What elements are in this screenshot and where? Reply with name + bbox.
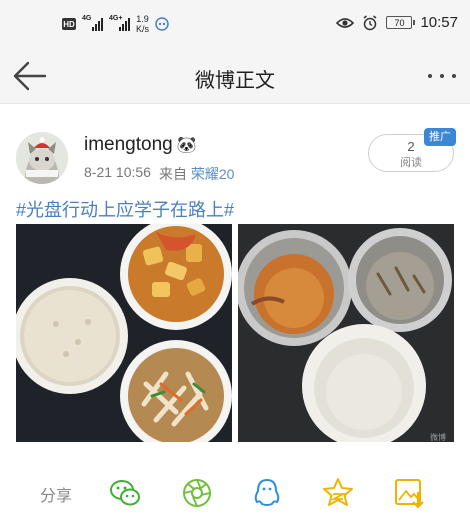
source-label: 来自 荣耀20 [158, 166, 235, 182]
full-meal-photo [16, 224, 232, 442]
qzone-star-icon[interactable] [321, 476, 355, 510]
post-meta: 8-21 10:56 来自 荣耀20 [84, 164, 234, 184]
empty-bowls-photo [238, 224, 454, 442]
hd-badge: HD [62, 18, 76, 30]
weibo-post: imengtong 🐼 8-21 10:56 来自 荣耀20 2 阅读 推广 #… [0, 104, 470, 454]
panda-icon: 🐼 [176, 137, 197, 154]
status-bar: HD 4G 4G+ 1.9 K/s 70 10:57 [0, 0, 470, 48]
username[interactable]: imengtong 🐼 [84, 134, 197, 156]
app-notification-icon [155, 17, 169, 31]
page-title: 微博正文 [195, 70, 275, 92]
battery-icon: 70 [386, 16, 416, 29]
promo-badge[interactable]: 推广 [424, 128, 456, 146]
post-photo-empty-bowls[interactable] [238, 224, 454, 442]
more-options-icon[interactable] [428, 74, 456, 78]
post-time: 8-21 10:56 [84, 164, 151, 180]
signal-2-icon: 4G+ [109, 15, 130, 31]
device-name[interactable]: 荣耀20 [191, 166, 235, 182]
read-label: 阅读 [400, 157, 422, 169]
qq-icon[interactable] [250, 476, 284, 510]
hashtag-link[interactable]: #光盘行动上应学子在路上# [16, 196, 234, 222]
eye-icon [336, 17, 355, 28]
save-image-icon[interactable] [392, 476, 426, 510]
share-bar: 分享 [0, 470, 470, 520]
moments-icon[interactable] [180, 476, 214, 510]
status-right: 70 10:57 [336, 14, 458, 31]
clock: 10:57 [420, 14, 458, 31]
signal-1-icon: 4G [82, 15, 103, 31]
avatar[interactable] [16, 132, 68, 184]
status-left: HD 4G 4G+ 1.9 K/s [62, 14, 169, 34]
weibo-watermark: 微博 [430, 433, 446, 442]
top-nav-bar: 微博正文 [0, 48, 470, 104]
post-photo-full-meal[interactable] [16, 224, 232, 442]
cat-avatar-icon [16, 132, 68, 184]
share-label: 分享 [40, 488, 73, 505]
alarm-icon [363, 14, 377, 30]
network-speed: 1.9 K/s [136, 14, 150, 34]
wechat-icon[interactable] [108, 476, 142, 510]
